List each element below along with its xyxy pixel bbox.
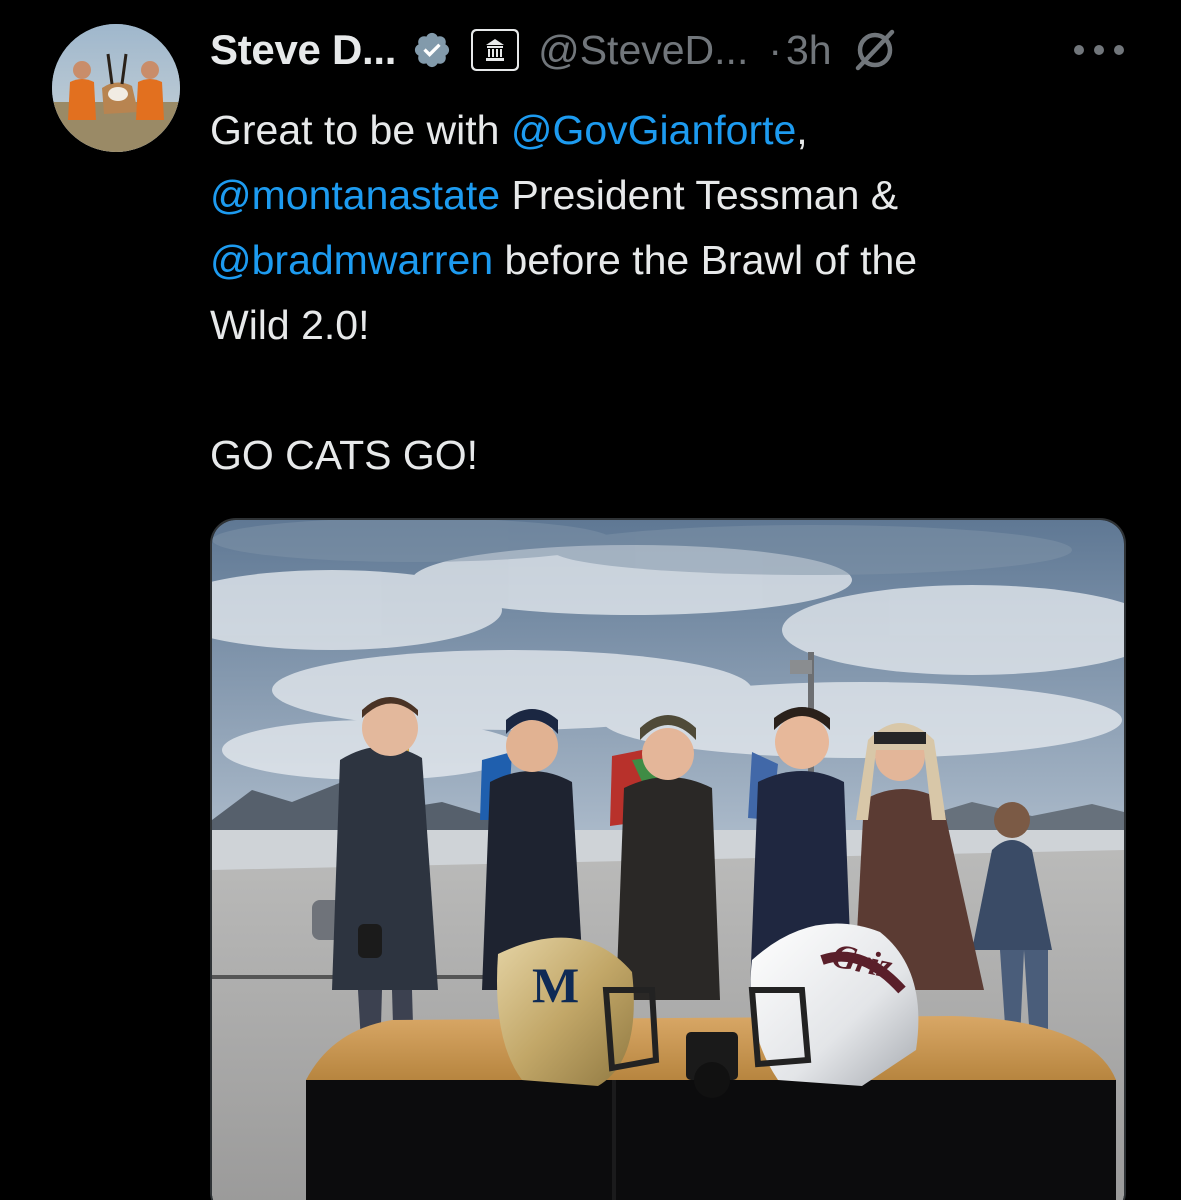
- grok-icon[interactable]: [852, 27, 898, 73]
- avatar-image: [52, 24, 180, 152]
- tweet-post[interactable]: Steve D... @SteveD... · 3h Great to be w…: [0, 0, 1181, 1200]
- tweet-text: Great to be with @GovGianforte, @montana…: [210, 98, 1150, 488]
- mention-bradmwarren[interactable]: @bradmwarren: [210, 237, 493, 283]
- tweet-text-segment: ,: [796, 107, 808, 153]
- government-building-icon[interactable]: [470, 28, 520, 72]
- tweet-line: Great to be with @GovGianforte,: [210, 98, 1150, 163]
- separator: ·: [768, 26, 782, 73]
- verified-badge-icon[interactable]: [412, 30, 452, 70]
- tweet-header: Steve D... @SteveD... · 3h: [210, 22, 898, 78]
- tweet-line: Wild 2.0!: [210, 293, 1150, 358]
- tweet-text-segment: Wild 2.0!: [210, 302, 370, 348]
- helmet-logo-m: M: [532, 957, 579, 1013]
- more-options-icon[interactable]: [1070, 40, 1128, 60]
- tweet-text-segment: President Tessman &: [500, 172, 899, 218]
- photo-image: M Griz: [212, 520, 1124, 1200]
- tweet-photo[interactable]: M Griz: [210, 518, 1126, 1200]
- tweet-line: @montanastate President Tessman &: [210, 163, 1150, 228]
- handle[interactable]: @SteveD...: [538, 27, 748, 74]
- tweet-line: @bradmwarren before the Brawl of the: [210, 228, 1150, 293]
- tweet-text-segment: GO CATS GO!: [210, 432, 479, 478]
- tweet-line: GO CATS GO!: [210, 423, 1150, 488]
- tweet-text-segment: before the Brawl of the: [493, 237, 918, 283]
- tweet-text-segment: Great to be with: [210, 107, 511, 153]
- timestamp[interactable]: 3h: [786, 27, 832, 74]
- mention-govgianforte[interactable]: @GovGianforte: [511, 107, 796, 153]
- display-name[interactable]: Steve D...: [210, 26, 396, 74]
- avatar[interactable]: [52, 24, 180, 152]
- mention-montanastate[interactable]: @montanastate: [210, 172, 500, 218]
